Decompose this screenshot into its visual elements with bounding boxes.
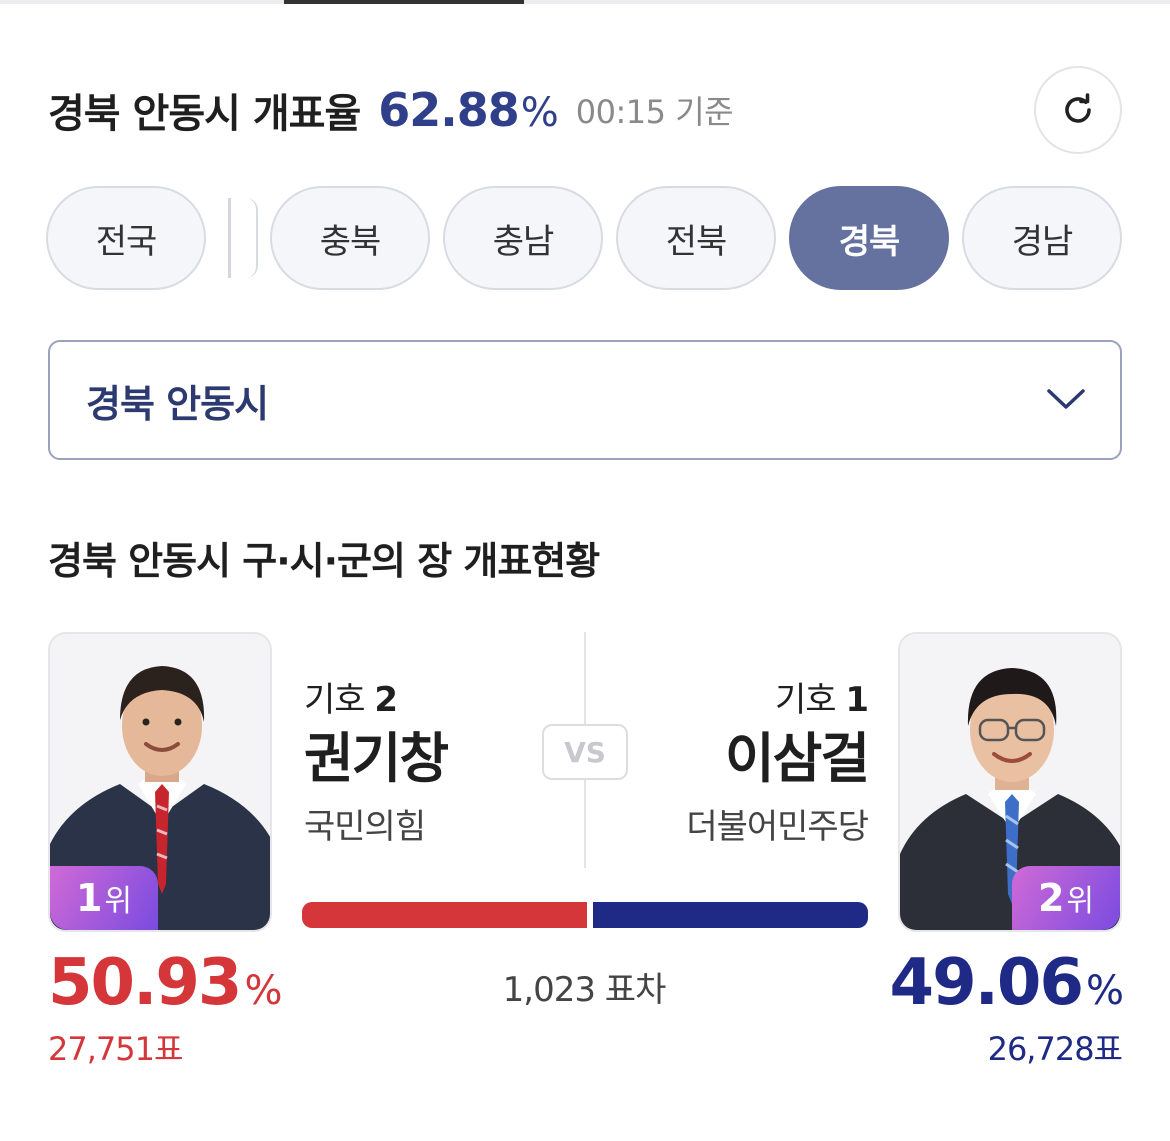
- candidate-1-symbol: 기호 2: [304, 680, 398, 720]
- region-select-dropdown[interactable]: 경북 안동시: [48, 340, 1122, 460]
- candidate-2-votes: 26,728표: [987, 1030, 1123, 1068]
- update-time: 00:15 기준: [575, 93, 734, 131]
- candidate-1-votes: 27,751표: [48, 1030, 183, 1068]
- refresh-icon: [1065, 93, 1091, 123]
- vote-share-bar-candidate-1: [302, 902, 587, 928]
- top-tab-rule: [0, 0, 1170, 4]
- chip-gyeongnam[interactable]: 경남: [962, 186, 1122, 290]
- chip-jeonbuk[interactable]: 전북: [616, 186, 776, 290]
- chip-chungbuk[interactable]: 충북: [270, 186, 430, 290]
- refresh-button[interactable]: [1034, 66, 1122, 154]
- count-rate-value: 62.88%: [378, 83, 559, 137]
- candidate-2-party: 더불어민주당: [686, 807, 869, 847]
- candidate-1-info: 기호 2 권기창 국민의힘: [304, 672, 449, 848]
- chip-nationwide[interactable]: 전국: [46, 186, 206, 290]
- chip-divider: [228, 198, 231, 278]
- candidate-2-percent: 49.06%: [889, 946, 1124, 1020]
- chip-scroll-peek: [246, 198, 258, 278]
- candidate-2-symbol: 기호 1: [774, 680, 869, 720]
- candidate-1-photo: 1위: [48, 632, 272, 932]
- chip-gyeongbuk[interactable]: 경북: [789, 186, 949, 290]
- candidate-2-photo: 2위: [898, 632, 1122, 932]
- candidate-2-rank-badge: 2위: [1012, 866, 1120, 930]
- chevron-down-icon: [1047, 389, 1085, 409]
- region-chip-bar: 전국 충북 충남 전북 경북 경남: [46, 186, 1126, 290]
- header-title: 경북 안동시 개표율: [48, 91, 361, 137]
- vote-share-bar: [302, 902, 868, 928]
- top-tab-active-indicator: [284, 0, 524, 4]
- candidate-2-name: 이삼걸: [724, 727, 870, 790]
- candidate-1-party: 국민의힘: [304, 807, 426, 847]
- section-title: 경북 안동시 구·시·군의 장 개표현황: [48, 539, 600, 583]
- candidate-2-info: 기호 1 이삼걸 더불어민주당: [580, 672, 870, 848]
- region-select-value: 경북 안동시: [86, 381, 269, 426]
- candidate-1-rank-badge: 1위: [50, 866, 158, 930]
- vote-share-bar-candidate-2: [593, 902, 868, 928]
- vote-margin: 1,023 표차: [502, 970, 667, 1010]
- chip-chungnam[interactable]: 충남: [443, 186, 603, 290]
- candidate-1-name: 권기창: [304, 727, 449, 790]
- candidate-1-percent: 50.93%: [48, 946, 282, 1020]
- count-rate-header: 경북 안동시 개표율 62.88% 00:15 기준: [48, 78, 1122, 142]
